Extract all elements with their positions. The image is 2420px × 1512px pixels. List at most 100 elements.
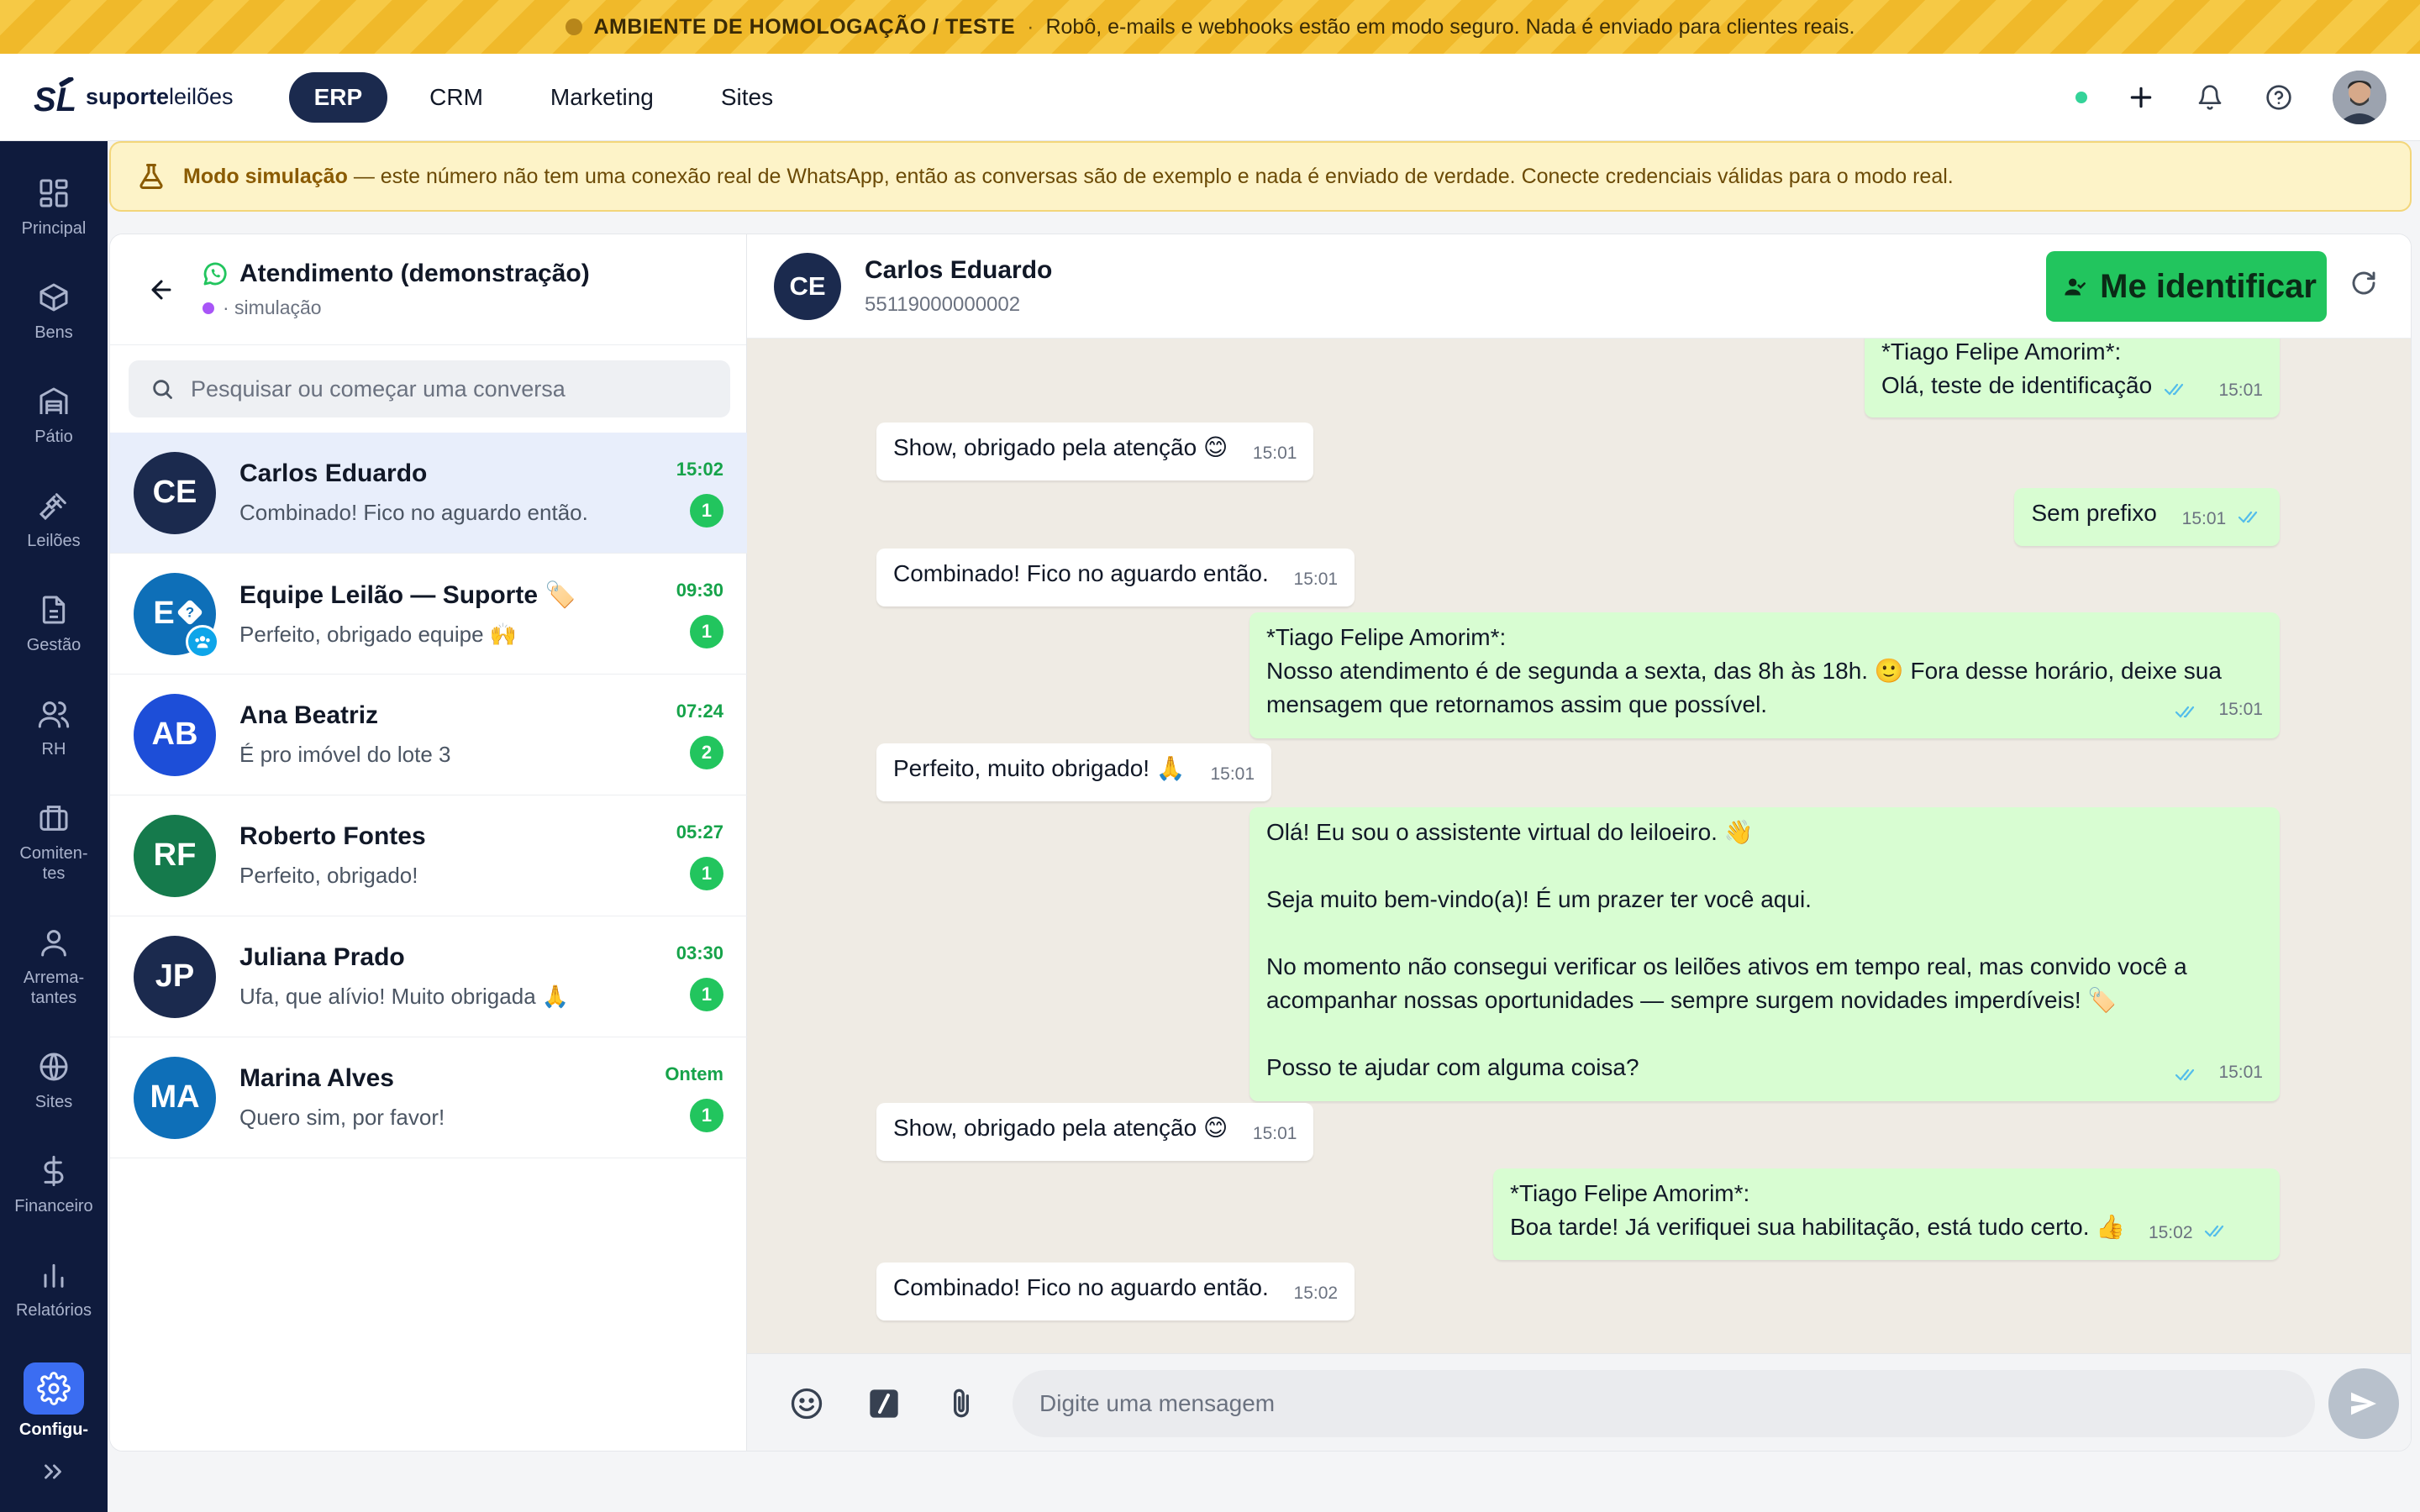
identify-button[interactable]: Me identificar xyxy=(2046,251,2327,322)
box-icon xyxy=(39,283,68,312)
sidebar-item-patio[interactable]: Pátio xyxy=(0,381,108,486)
nav-sites[interactable]: Sites xyxy=(696,72,798,123)
conversation-body: Juliana Prado Ufa, que alívio! Muito obr… xyxy=(239,943,676,1010)
contact-avatar: MA xyxy=(134,1056,216,1139)
conversation-search-input[interactable] xyxy=(191,375,712,402)
contact-name: Marina Alves xyxy=(239,1064,394,1092)
last-message-time: 15:02 xyxy=(676,458,723,480)
sidebar-item-principal[interactable]: Principal xyxy=(0,173,108,277)
contact-name: Juliana Prado xyxy=(239,943,405,971)
chat-peer-info: Carlos Eduardo 55119000000002 xyxy=(865,256,1052,317)
double-check-icon xyxy=(2175,695,2200,728)
sidebar-item-configuracoes[interactable]: Configu- xyxy=(0,1359,108,1440)
emoji-icon[interactable] xyxy=(786,1383,828,1425)
channel-subtitle-text: · simulação xyxy=(223,297,322,318)
send-icon xyxy=(2351,1392,2376,1415)
unread-badge: 1 xyxy=(690,614,723,648)
sidebar-item-arrematantes[interactable]: Arrema- tantes xyxy=(0,922,108,1047)
message-time: 15:01 xyxy=(2218,1063,2263,1082)
double-check-icon xyxy=(2164,372,2189,406)
sidebar-item-relatorios[interactable]: Relatórios xyxy=(0,1255,108,1359)
conversation-item[interactable]: JP Juliana Prado Ufa, que alívio! Muito … xyxy=(110,916,747,1037)
message-text: Combinado! Fico no aguardo então. xyxy=(893,1274,1269,1300)
back-arrow-icon[interactable] xyxy=(144,272,179,307)
last-message-preview: Quero sim, por favor! xyxy=(239,1105,445,1130)
group-icon xyxy=(186,624,219,659)
contact-avatar: CE xyxy=(134,451,216,534)
message-time: 15:02 xyxy=(2148,1223,2193,1242)
sidebar-label: Gestão xyxy=(26,636,82,654)
message-input[interactable] xyxy=(1013,1369,2315,1437)
svg-text:?: ? xyxy=(186,604,194,620)
message-time: 15:01 xyxy=(2218,700,2263,719)
bell-icon[interactable] xyxy=(2195,82,2225,113)
help-icon[interactable] xyxy=(2264,82,2294,113)
nav-crm[interactable]: CRM xyxy=(404,72,508,123)
sidebar-label: Pátio xyxy=(34,428,73,446)
sidebar-item-rh[interactable]: RH xyxy=(0,694,108,798)
environment-dot xyxy=(565,18,582,35)
sidebar-label: Comiten- tes xyxy=(19,844,88,883)
svg-text:SL: SL xyxy=(34,81,76,118)
environment-separator: · xyxy=(1027,14,1034,39)
message-text: Combinado! Fico no aguardo então. xyxy=(893,560,1269,586)
last-message-time: 05:27 xyxy=(676,821,723,843)
gear-icon xyxy=(37,1372,71,1405)
quick-reply-icon[interactable] xyxy=(863,1383,905,1425)
unread-badge: 1 xyxy=(690,1098,723,1132)
last-message-preview: É pro imóvel do lote 3 xyxy=(239,742,451,767)
sidebar-expand-icon[interactable] xyxy=(39,1457,67,1490)
conversation-item[interactable]: MA Marina Alves Quero sim, por favor! On… xyxy=(110,1037,747,1158)
contact-name: Ana Beatriz xyxy=(239,701,379,729)
plus-icon[interactable] xyxy=(2126,82,2156,113)
sidebar-item-leiloes[interactable]: Leilões xyxy=(0,486,108,590)
message-bubble-incoming: Show, obrigado pela atenção 😊 15:01 xyxy=(876,423,1314,480)
message-time: 15:01 xyxy=(2218,381,2263,400)
channel-title-text: Atendimento (demonstração) xyxy=(239,260,590,287)
conversation-item[interactable]: E ? Equipe Leilão — Suporte 🏷️ Perfeito,… xyxy=(110,554,747,675)
contact-avatar: JP xyxy=(134,935,216,1018)
warning-flask-icon xyxy=(139,164,163,189)
paperclip-icon[interactable] xyxy=(940,1383,982,1425)
nav-erp[interactable]: ERP xyxy=(288,71,388,123)
unread-badge: 1 xyxy=(690,856,723,890)
user-avatar[interactable] xyxy=(2333,70,2386,124)
sidebar-label: RH xyxy=(41,740,66,759)
last-message-preview: Combinado! Fico no aguardo então. xyxy=(239,500,588,525)
double-check-icon xyxy=(2175,1058,2200,1091)
simulation-notice-text: Modo simulação — este número não tem uma… xyxy=(183,164,1954,188)
environment-title: AMBIENTE DE HOMOLOGAÇÃO / TESTE xyxy=(593,14,1016,39)
last-message-preview: Perfeito, obrigado! xyxy=(239,863,418,888)
channel-subtitle: · simulação xyxy=(201,297,590,319)
group-avatar-initial: E xyxy=(153,596,175,631)
sidebar-item-sites[interactable]: Sites xyxy=(0,1047,108,1151)
sidebar-item-bens[interactable]: Bens xyxy=(0,277,108,381)
bar-chart-icon xyxy=(44,1263,64,1288)
sidebar-label: Sites xyxy=(34,1093,73,1111)
conversation-item[interactable]: RF Roberto Fontes Perfeito, obrigado! 05… xyxy=(110,795,747,916)
message-bubble-incoming: Combinado! Fico no aguardo então. 15:01 xyxy=(876,549,1355,606)
conversation-list-panel: Atendimento (demonstração) · simulação C… xyxy=(110,234,747,1451)
gavel-icon xyxy=(39,493,66,521)
tag-icon: ? xyxy=(177,600,203,624)
list-header: Atendimento (demonstração) · simulação xyxy=(110,234,746,345)
message-bubble-incoming: Combinado! Fico no aguardo então. 15:02 xyxy=(876,1263,1355,1320)
sidebar-label: Bens xyxy=(34,323,73,342)
user-icon xyxy=(41,930,66,957)
nav-marketing[interactable]: Marketing xyxy=(525,72,679,123)
contact-name: Roberto Fontes xyxy=(239,822,426,850)
chat-peer-phone: 55119000000002 xyxy=(865,292,1021,316)
send-button[interactable] xyxy=(2328,1368,2399,1439)
refresh-icon[interactable] xyxy=(2349,268,2379,298)
sidebar-item-gestao[interactable]: Gestão xyxy=(0,590,108,694)
message-time: 15:01 xyxy=(1252,1124,1297,1143)
conversation-item[interactable]: CE Carlos Eduardo Combinado! Fico no agu… xyxy=(110,433,747,554)
sidebar-item-financeiro[interactable]: Financeiro xyxy=(0,1151,108,1255)
message-bubble-incoming: Perfeito, muito obrigado! 🙏 15:01 xyxy=(876,743,1272,801)
sidebar-item-comitentes[interactable]: Comiten- tes xyxy=(0,798,108,922)
message-text: *Tiago Felipe Amorim*: Nosso atendimento… xyxy=(1266,624,2222,717)
brand-logo[interactable]: SL suporteleilões xyxy=(34,76,234,118)
conversation-item[interactable]: AB Ana Beatriz É pro imóvel do lote 3 07… xyxy=(110,675,747,795)
conversation-body: Marina Alves Quero sim, por favor! xyxy=(239,1064,665,1131)
chat-peer-name: Carlos Eduardo xyxy=(865,255,1053,284)
